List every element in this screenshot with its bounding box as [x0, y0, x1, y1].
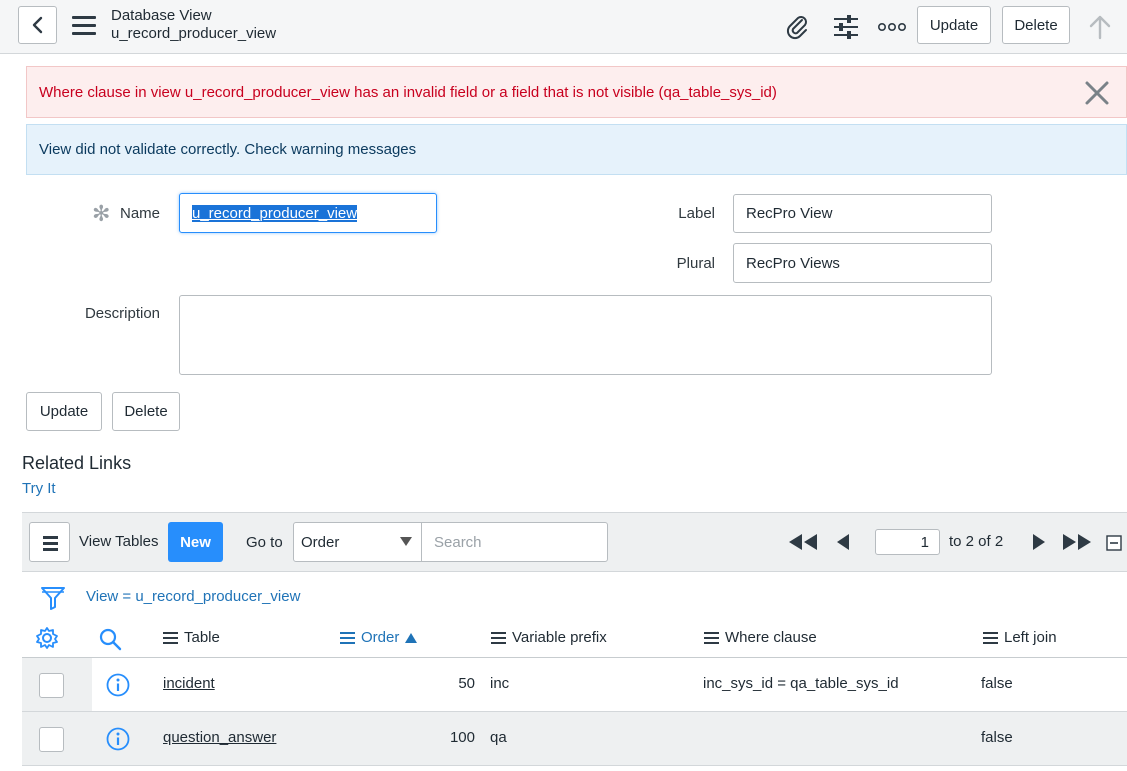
update-button[interactable]: Update [26, 392, 102, 431]
left-join-cell: false [981, 675, 1013, 692]
first-page-icon[interactable] [788, 533, 818, 551]
chevron-left-icon [32, 16, 42, 34]
goto-selected-value: Order [301, 533, 340, 551]
personalize-form-icon[interactable] [832, 13, 860, 41]
column-menu-icon [491, 631, 506, 644]
paperclip-icon[interactable] [784, 13, 812, 41]
column-header-order[interactable]: Order [340, 629, 418, 646]
name-input-value: u_record_producer_view [192, 204, 358, 222]
caret-down-icon [400, 537, 412, 546]
where-clause-cell: inc_sys_id = qa_table_sys_id [703, 675, 899, 692]
row-select-cell [22, 712, 92, 765]
variable-prefix-cell: qa [490, 729, 507, 746]
collapse-icon[interactable] [1106, 534, 1122, 552]
variable-prefix-cell: inc [490, 675, 510, 692]
label-input-value: RecPro View [746, 205, 833, 222]
header-update-button[interactable]: Update [917, 6, 991, 44]
order-cell: 100 [449, 729, 475, 746]
column-header-left-join[interactable]: Left join [983, 629, 1057, 646]
new-button[interactable]: New [168, 522, 223, 562]
table-row[interactable]: question_answer 100 qa false [22, 712, 1127, 766]
order-cell: 50 [458, 675, 475, 692]
sort-ascending-icon [405, 632, 418, 643]
table-header: Table Order Variable prefix Where clause… [22, 620, 1127, 658]
page-range: to 2 of 2 [949, 533, 1004, 550]
search-icon[interactable] [98, 627, 122, 651]
back-button[interactable] [18, 6, 57, 44]
error-message: Where clause in view u_record_producer_v… [26, 66, 1127, 118]
filter-breadcrumb: View = u_record_producer_view [22, 573, 1127, 619]
column-menu-icon [704, 631, 719, 644]
column-menu-icon [163, 631, 178, 644]
label-input[interactable]: RecPro View [733, 194, 992, 233]
row-checkbox[interactable] [39, 727, 64, 752]
plural-label: Plural [676, 255, 715, 272]
required-icon: ✻ [92, 201, 111, 226]
list-toolbar: View Tables New Go to Order Search 1 to … [22, 512, 1127, 572]
table-cell-link[interactable]: incident [163, 675, 215, 692]
form-header: Database View u_record_producer_view Upd… [0, 0, 1127, 54]
page-number-value: 1 [920, 533, 929, 551]
filter-condition-link[interactable]: View = u_record_producer_view [86, 588, 300, 605]
info-message: View did not validate correctly. Check w… [26, 124, 1127, 175]
search-input[interactable]: Search [421, 522, 608, 562]
column-header-variable-prefix[interactable]: Variable prefix [491, 629, 607, 646]
plural-input-value: RecPro Views [746, 254, 840, 272]
info-icon[interactable] [106, 727, 130, 751]
error-message-text: Where clause in view u_record_producer_v… [39, 83, 777, 101]
next-page-icon[interactable] [1032, 533, 1046, 551]
header-delete-button[interactable]: Delete [1002, 6, 1070, 44]
column-menu-icon [340, 631, 355, 644]
try-it-link[interactable]: Try It [22, 480, 56, 497]
record-name: u_record_producer_view [111, 25, 277, 42]
search-placeholder: Search [434, 533, 482, 551]
label-label: Label [678, 205, 715, 222]
name-label: Name [119, 205, 160, 222]
filter-icon[interactable] [40, 585, 66, 611]
more-options-icon[interactable] [878, 13, 906, 41]
table-row[interactable]: incident 50 inc inc_sys_id = qa_table_sy… [22, 658, 1127, 712]
form-menu-icon[interactable] [72, 16, 96, 36]
info-icon[interactable] [106, 673, 130, 697]
previous-page-icon[interactable] [836, 533, 850, 551]
list-menu-button[interactable] [29, 522, 70, 562]
gear-icon[interactable] [35, 626, 59, 650]
arrow-up-icon[interactable] [1086, 13, 1114, 41]
description-textarea[interactable] [179, 295, 992, 375]
column-header-table[interactable]: Table [163, 629, 220, 646]
list-title: View Tables [79, 533, 159, 550]
table-cell-link[interactable]: question_answer [163, 729, 276, 746]
left-join-cell: false [981, 729, 1013, 746]
delete-button[interactable]: Delete [112, 392, 180, 431]
page-number-input[interactable]: 1 [875, 529, 940, 555]
name-input[interactable]: u_record_producer_view [179, 193, 437, 233]
goto-select[interactable]: Order [293, 522, 422, 562]
close-icon[interactable] [1084, 80, 1110, 106]
row-select-cell [22, 658, 92, 711]
column-header-where-clause[interactable]: Where clause [704, 629, 817, 646]
page-title: Database View [111, 7, 212, 24]
last-page-icon[interactable] [1062, 533, 1092, 551]
row-checkbox[interactable] [39, 673, 64, 698]
column-menu-icon [983, 631, 998, 644]
description-label: Description [84, 305, 160, 322]
plural-input[interactable]: RecPro Views [733, 243, 992, 283]
info-message-text: View did not validate correctly. Check w… [39, 141, 417, 158]
related-links-heading: Related Links [22, 453, 132, 473]
goto-label: Go to [246, 534, 283, 551]
